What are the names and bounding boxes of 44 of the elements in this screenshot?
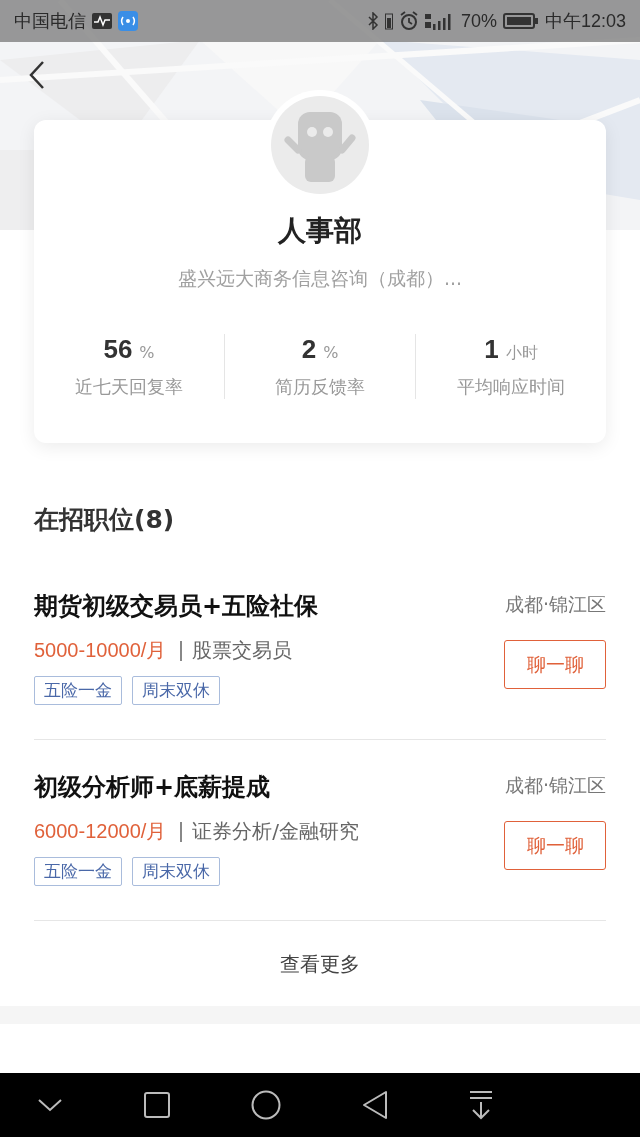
company-name: 盛兴远大商务信息咨询（成都）... bbox=[177, 266, 463, 291]
section-title: 在招职位(8) bbox=[34, 504, 176, 536]
job-category: 股票交易员 bbox=[192, 637, 293, 664]
job-location: 成都·锦江区 bbox=[504, 773, 606, 798]
stat-label: 简历反馈率 bbox=[275, 375, 365, 399]
small-battery-icon bbox=[384, 12, 393, 30]
job-location: 成都·锦江区 bbox=[504, 592, 606, 617]
salary: 5000-10000/月 bbox=[34, 638, 167, 663]
stat-unit: % bbox=[323, 343, 339, 362]
job-title: 期货初级交易员+五险社保 bbox=[34, 591, 319, 622]
back-triangle-icon[interactable] bbox=[362, 1090, 388, 1120]
stat-value: 2 bbox=[301, 334, 317, 365]
benefit-tag: 周末双休 bbox=[132, 857, 220, 886]
pull-down-icon[interactable] bbox=[469, 1090, 493, 1120]
job-item[interactable]: 初级分析师+底薪提成 6000-12000/月 证券分析/金融研究 五险一金 周末双休 成都·锦江区 聊一聊 bbox=[34, 740, 606, 921]
chat-button[interactable]: 聊一聊 bbox=[504, 640, 606, 689]
stat-value: 56 bbox=[103, 334, 133, 365]
alarm-icon bbox=[398, 11, 419, 31]
activity-icon bbox=[92, 13, 112, 29]
battery-percent: 70% bbox=[460, 10, 497, 32]
chevron-down-icon[interactable] bbox=[37, 1097, 63, 1113]
benefit-tag: 周末双休 bbox=[132, 676, 220, 705]
carrier-name: 中国电信 bbox=[14, 10, 86, 33]
job-item[interactable]: 期货初级交易员+五险社保 5000-10000/月 股票交易员 五险一金 周末双休 成都·锦江区 聊一聊 bbox=[34, 559, 606, 740]
back-icon[interactable] bbox=[28, 60, 46, 90]
recents-icon[interactable] bbox=[144, 1092, 170, 1118]
benefit-tag: 五险一金 bbox=[34, 676, 122, 705]
bluetooth-icon bbox=[366, 12, 379, 30]
salary: 6000-12000/月 bbox=[34, 819, 167, 844]
home-icon[interactable] bbox=[251, 1090, 281, 1120]
stat-unit: % bbox=[139, 343, 155, 362]
recruiter-name: 人事部 bbox=[278, 213, 362, 249]
stat-label: 近七天回复率 bbox=[75, 375, 183, 399]
battery-icon bbox=[502, 12, 539, 30]
stat-label: 平均响应时间 bbox=[457, 375, 565, 399]
job-title: 初级分析师+底薪提成 bbox=[34, 772, 272, 803]
wifi-hotspot-icon bbox=[118, 11, 138, 31]
view-more-link[interactable]: 查看更多 bbox=[280, 951, 360, 978]
job-category: 证券分析/金融研究 bbox=[192, 818, 360, 845]
stat-value: 1 bbox=[484, 334, 499, 365]
stat-unit: 小时 bbox=[505, 343, 538, 364]
chat-button[interactable]: 聊一聊 bbox=[504, 821, 606, 870]
clock: 中午12:03 bbox=[544, 10, 626, 33]
benefit-tag: 五险一金 bbox=[34, 857, 122, 886]
